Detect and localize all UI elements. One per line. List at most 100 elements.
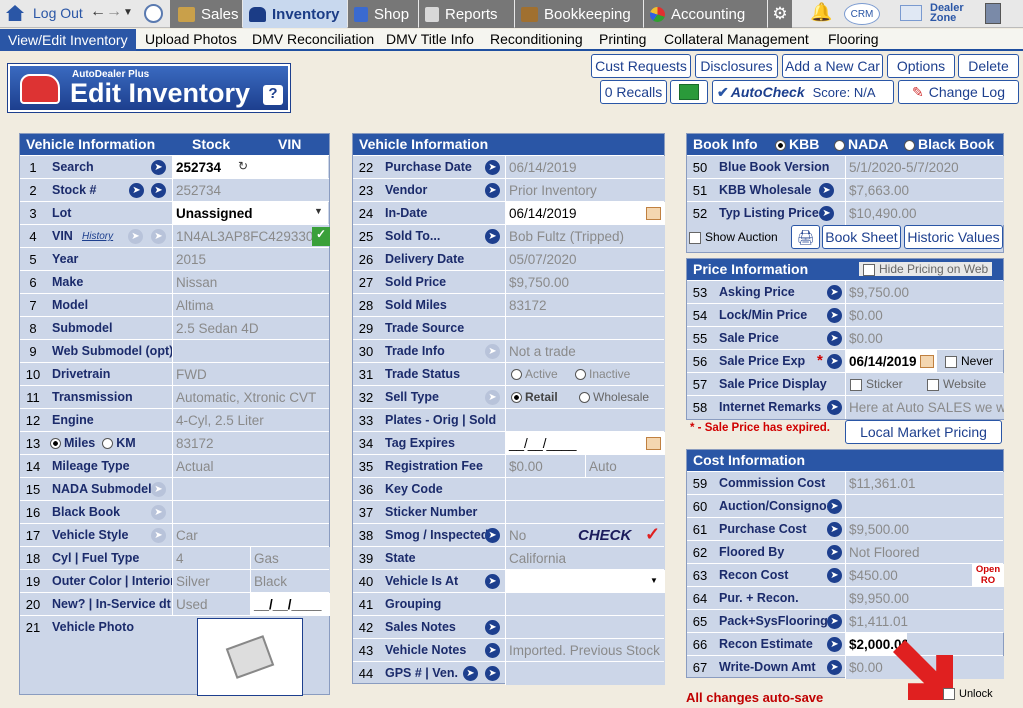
- vin-lookup-icon[interactable]: ➤: [151, 229, 166, 244]
- odometer-unit-radio[interactable]: Miles KM: [50, 432, 170, 455]
- tab-collateral-management[interactable]: Collateral Management: [664, 31, 809, 47]
- autocheck-logo[interactable]: CHECK: [578, 527, 631, 544]
- disclosures-button[interactable]: Disclosures: [695, 54, 778, 78]
- kbb-radio[interactable]: KBB: [775, 136, 819, 152]
- arrow-circle-icon[interactable]: ➤: [827, 400, 842, 415]
- local-market-pricing-button[interactable]: Local Market Pricing: [845, 420, 1002, 444]
- disabled-icon[interactable]: ➤: [485, 344, 500, 359]
- arrow-circle-icon[interactable]: ➤: [827, 545, 842, 560]
- field-value-2[interactable]: __/__/____: [250, 593, 330, 616]
- nav-reports[interactable]: Reports: [419, 0, 514, 28]
- bell-icon[interactable]: 🔔: [810, 2, 832, 23]
- sell-type-retail-radio[interactable]: Retail: [511, 390, 558, 404]
- tab-flooring[interactable]: Flooring: [828, 31, 879, 47]
- chevron-down-icon[interactable]: ▼: [123, 7, 133, 18]
- show-auction-checkbox[interactable]: Show Auction: [689, 230, 778, 244]
- dropdown-arrow-icon[interactable]: ▼: [650, 576, 658, 585]
- calculator-icon[interactable]: [985, 3, 1001, 24]
- sticker-checkbox[interactable]: Sticker: [850, 377, 903, 391]
- black-book-radio[interactable]: Black Book: [904, 136, 994, 152]
- historic-values-button[interactable]: Historic Values: [904, 225, 1003, 249]
- search-arrow-icon[interactable]: ➤: [151, 160, 166, 175]
- dropdown-arrow-icon[interactable]: ▼: [314, 206, 323, 216]
- calendar-icon[interactable]: [920, 355, 934, 368]
- nav-inventory[interactable]: Inventory: [243, 0, 347, 28]
- logout-link[interactable]: Log Out: [33, 5, 83, 21]
- website-checkbox[interactable]: Website: [927, 377, 986, 391]
- field-value[interactable]: Unassigned: [172, 202, 328, 225]
- delete-button[interactable]: Delete: [958, 54, 1019, 78]
- arrow-circle-icon[interactable]: ➤: [827, 522, 842, 537]
- calendar-icon[interactable]: [646, 437, 661, 450]
- tab-printing[interactable]: Printing: [599, 31, 646, 47]
- arrow-circle-icon[interactable]: ➤: [827, 660, 842, 675]
- unlock-checkbox[interactable]: Unlock: [943, 688, 993, 701]
- vehicle-photo[interactable]: [197, 618, 303, 696]
- refresh-icon[interactable]: ↻: [238, 159, 248, 173]
- lookup-icon[interactable]: ➤: [151, 528, 166, 543]
- nada-radio[interactable]: NADA: [834, 136, 888, 152]
- nav-settings[interactable]: ⚙: [768, 0, 792, 28]
- lookup-icon[interactable]: ➤: [151, 482, 166, 497]
- tab-view-edit-inventory[interactable]: View/Edit Inventory: [0, 29, 136, 51]
- arrow-circle-icon[interactable]: ➤: [827, 285, 842, 300]
- arrow-circle-icon[interactable]: ➤: [827, 331, 842, 346]
- dealer-zone-icon[interactable]: [900, 5, 922, 21]
- field-value[interactable]: [505, 570, 665, 593]
- autocheck-button[interactable]: ✔ AutoCheck Score: N/A: [712, 80, 894, 104]
- lookup-icon[interactable]: ➤: [151, 505, 166, 520]
- disabled-icon[interactable]: ➤: [485, 390, 500, 405]
- arrow-circle-icon[interactable]: ➤: [485, 574, 500, 589]
- print-icon[interactable]: 🖨: [791, 225, 820, 249]
- next-arrow-icon[interactable]: ➤: [151, 183, 166, 198]
- arrow-circle-icon[interactable]: ➤: [827, 354, 842, 369]
- nav-shop[interactable]: Shop: [348, 0, 418, 28]
- crm-icon[interactable]: CRM: [844, 3, 880, 25]
- arrow-circle-icon[interactable]: ➤: [819, 206, 834, 221]
- arrow-circle-icon[interactable]: ➤: [485, 528, 500, 543]
- arrow-circle-icon[interactable]: ➤: [485, 620, 500, 635]
- arrow-circle-icon[interactable]: ➤: [819, 183, 834, 198]
- arrow-circle-icon[interactable]: ➤: [827, 614, 842, 629]
- prev-arrow-icon[interactable]: ➤: [129, 183, 144, 198]
- never-checkbox[interactable]: Never: [945, 354, 993, 368]
- arrow-circle-icon[interactable]: ➤: [827, 499, 842, 514]
- vendor-arrow-icon[interactable]: ➤: [485, 666, 500, 681]
- field-value[interactable]: 06/14/2019: [505, 202, 665, 225]
- open-ro-link[interactable]: Open RO: [972, 564, 1004, 587]
- user-avatar-icon[interactable]: [144, 4, 163, 23]
- help-icon[interactable]: ?: [263, 85, 283, 105]
- cust-requests-button[interactable]: Cust Requests: [591, 54, 691, 78]
- tab-dmv-reconciliation[interactable]: DMV Reconciliation: [252, 31, 374, 47]
- arrow-circle-icon[interactable]: ➤: [827, 637, 842, 652]
- calendar-icon[interactable]: [646, 207, 661, 220]
- field-value[interactable]: __/__/____: [505, 432, 665, 455]
- hide-pricing-checkbox[interactable]: Hide Pricing on Web: [859, 262, 993, 276]
- dealer-zone-label-2[interactable]: Zone: [930, 12, 956, 24]
- home-icon[interactable]: [6, 5, 24, 21]
- nav-sales[interactable]: Sales: [170, 0, 242, 28]
- options-button[interactable]: Options: [887, 54, 955, 78]
- trade-status-active-radio[interactable]: Active: [511, 367, 558, 381]
- tab-reconditioning[interactable]: Reconditioning: [490, 31, 583, 47]
- book-sheet-button[interactable]: Book Sheet: [822, 225, 901, 249]
- arrow-circle-icon[interactable]: ➤: [485, 183, 500, 198]
- arrow-circle-icon[interactable]: ➤: [827, 568, 842, 583]
- forward-arrow-icon[interactable]: →: [106, 3, 122, 21]
- arrow-circle-icon[interactable]: ➤: [485, 160, 500, 175]
- add-new-car-button[interactable]: Add a New Car: [782, 54, 883, 78]
- nav-bookkeeping[interactable]: Bookkeeping: [515, 0, 643, 28]
- export-button[interactable]: [670, 80, 708, 104]
- nav-accounting[interactable]: Accounting: [644, 0, 767, 28]
- back-arrow-icon[interactable]: ←: [90, 3, 106, 21]
- tab-dmv-title-info[interactable]: DMV Title Info: [386, 31, 474, 47]
- decode-icon[interactable]: ➤: [128, 229, 143, 244]
- trade-status-inactive-radio[interactable]: Inactive: [575, 367, 630, 381]
- sell-type-wholesale-radio[interactable]: Wholesale: [579, 390, 649, 404]
- recalls-button[interactable]: 0 Recalls: [600, 80, 667, 104]
- arrow-circle-icon[interactable]: ➤: [485, 643, 500, 658]
- change-log-button[interactable]: ✎ Change Log: [898, 80, 1019, 104]
- arrow-circle-icon[interactable]: ➤: [485, 229, 500, 244]
- arrow-circle-icon[interactable]: ➤: [827, 308, 842, 323]
- tab-upload-photos[interactable]: Upload Photos: [145, 31, 237, 47]
